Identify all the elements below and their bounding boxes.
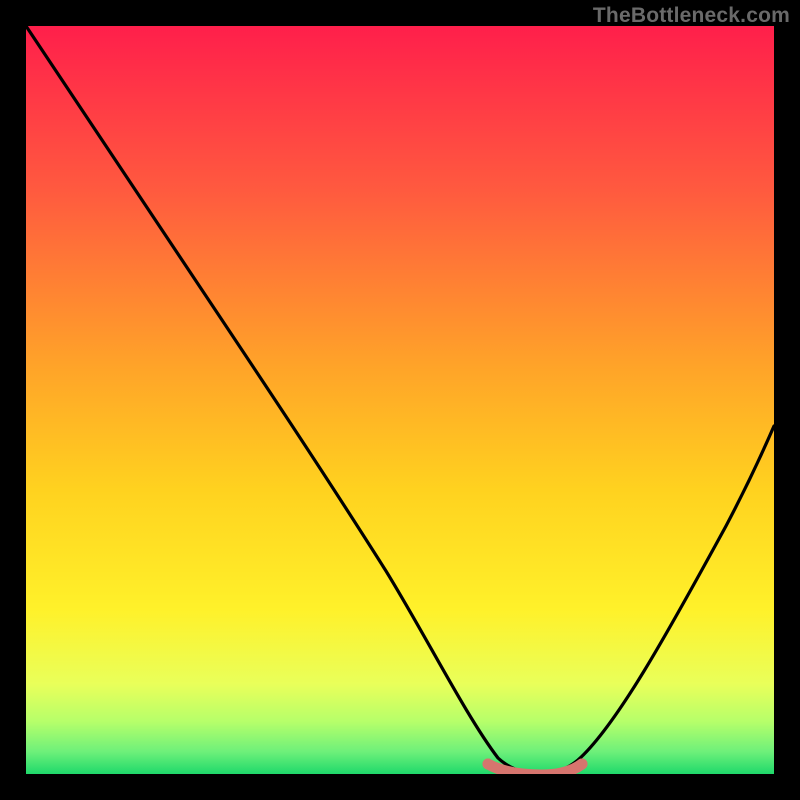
marker-endpoint-left — [483, 759, 494, 770]
watermark-text: TheBottleneck.com — [593, 4, 790, 28]
chart-frame: TheBottleneck.com — [0, 0, 800, 800]
bottleneck-curve-svg — [26, 26, 774, 774]
plot-area — [26, 26, 774, 774]
bottleneck-curve-line — [26, 26, 774, 774]
marker-endpoint-right — [577, 759, 588, 770]
optimal-range-marker — [488, 764, 582, 774]
